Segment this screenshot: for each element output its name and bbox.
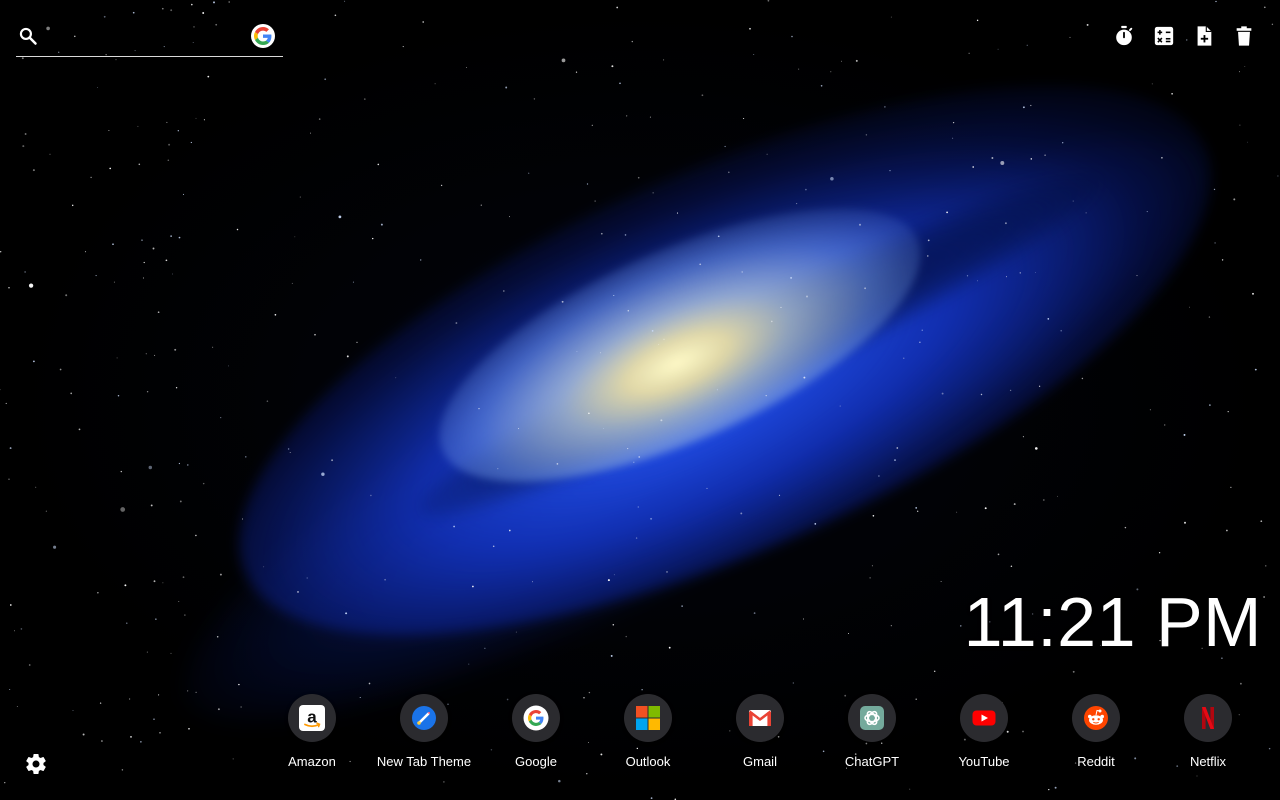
gmail-icon: [736, 694, 784, 742]
starfield: [0, 0, 1279, 800]
shortcut-label: Outlook: [625, 754, 671, 769]
search-icon[interactable]: [18, 26, 38, 46]
search-input[interactable]: [50, 24, 244, 52]
netflix-icon: [1184, 694, 1232, 742]
shortcut-label: Amazon: [288, 754, 336, 769]
add-note-icon[interactable]: [1192, 24, 1216, 48]
shortcut-label: YouTube: [958, 754, 1010, 769]
shortcut-label: Gmail: [743, 754, 777, 769]
google-icon: [512, 694, 560, 742]
svg-text:a: a: [307, 708, 317, 727]
amazon-icon: a: [288, 694, 336, 742]
gear-icon[interactable]: [24, 752, 48, 776]
shortcut-label: Google: [515, 754, 557, 769]
chatgpt-icon: [848, 694, 896, 742]
shortcut-amazon[interactable]: a Amazon: [256, 694, 368, 769]
outlook-icon: [624, 694, 672, 742]
galaxy-wallpaper: [0, 0, 1280, 800]
shortcut-netflix[interactable]: Netflix: [1152, 694, 1264, 769]
shortcut-outlook[interactable]: Outlook: [592, 694, 704, 769]
calculator-icon[interactable]: [1152, 24, 1176, 48]
shortcut-google[interactable]: Google: [480, 694, 592, 769]
reddit-icon: [1072, 694, 1120, 742]
clock: 11:21 PM: [963, 583, 1262, 661]
shortcut-new-tab-theme[interactable]: New Tab Theme: [368, 694, 480, 769]
google-g-icon[interactable]: [251, 24, 275, 48]
shortcut-label: Reddit: [1077, 754, 1115, 769]
shortcut-bar: a Amazon New Tab Theme Google Outlook Gm…: [256, 694, 1264, 774]
shortcut-chatgpt[interactable]: ChatGPT: [816, 694, 928, 769]
shortcut-label: Netflix: [1189, 754, 1227, 769]
stopwatch-icon[interactable]: [1112, 24, 1136, 48]
new-tab-page: 11:21 PM a Amazon New Tab Theme Google O…: [0, 0, 1280, 800]
search-bar[interactable]: [16, 20, 283, 57]
shortcut-reddit[interactable]: Reddit: [1040, 694, 1152, 769]
youtube-icon: [960, 694, 1008, 742]
trash-icon[interactable]: [1232, 24, 1256, 48]
shortcut-label: New Tab Theme: [376, 754, 472, 769]
shortcut-youtube[interactable]: YouTube: [928, 694, 1040, 769]
toolbar: [1112, 24, 1256, 48]
shortcut-label: ChatGPT: [844, 754, 900, 769]
new-tab-theme-icon: [400, 694, 448, 742]
shortcut-gmail[interactable]: Gmail: [704, 694, 816, 769]
